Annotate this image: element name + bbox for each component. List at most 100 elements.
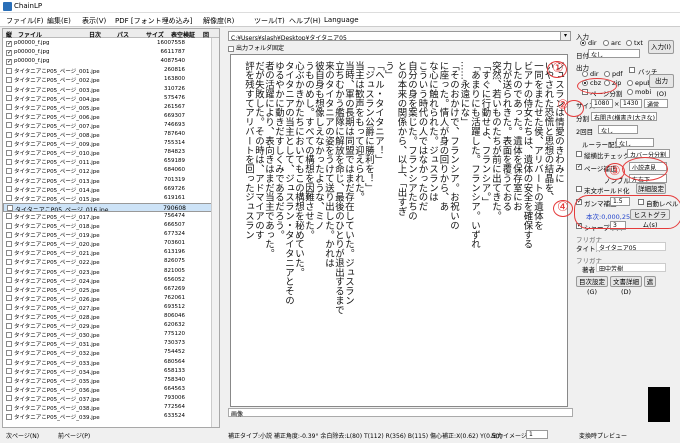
file-row-checkbox[interactable]: [6, 104, 12, 111]
file-row[interactable]: タイタニアこP05_ページ_017.jpe 756474: [3, 212, 219, 221]
file-row-checkbox[interactable]: [6, 222, 12, 229]
file-row[interactable]: タイタニアこP05_ページ_007.jpe 746693: [3, 121, 219, 130]
input-arc-radio[interactable]: [603, 40, 609, 46]
folder-select[interactable]: なし: [588, 49, 640, 58]
file-row[interactable]: タイタニアこP05_ページ_002.jpe 163800: [3, 75, 219, 84]
output-button[interactable]: 出力(O): [649, 74, 674, 98]
bold-checkbox[interactable]: [576, 186, 582, 192]
file-row[interactable]: タイタニアこP05_ページ_021.jpe 613196: [3, 248, 219, 257]
file-row-checkbox[interactable]: [6, 286, 12, 293]
file-row[interactable]: タイタニアこP05_ページ_006.jpe 669307: [3, 112, 219, 121]
file-row[interactable]: タイタニアこP05_ページ_011.jpe 659189: [3, 157, 219, 166]
col-path[interactable]: パス: [117, 30, 129, 39]
file-row[interactable]: タイタニアこP05_ページ_023.jpe 821005: [3, 267, 219, 276]
menu-help[interactable]: ヘルプ(H): [289, 16, 321, 26]
file-row[interactable]: タイタニアこP05_ページ_020.jpe 703601: [3, 239, 219, 248]
document-details-button[interactable]: 文書詳細(D): [610, 276, 642, 296]
fixed-output-folder[interactable]: 出力フォルダ固定: [228, 43, 284, 52]
file-row[interactable]: タイタニアこP05_ページ_001.jpe 260816: [3, 66, 219, 75]
file-row[interactable]: タイタニアこP05_ページ_004.jpe 575476: [3, 94, 219, 103]
file-row[interactable]: タイタニアこP05_ページ_032.jpe 754452: [3, 348, 219, 357]
file-row-checkbox[interactable]: [6, 295, 12, 302]
close-button[interactable]: 遮: [644, 276, 656, 287]
file-row-checkbox[interactable]: [6, 67, 12, 74]
col-date[interactable]: 日次: [89, 30, 101, 39]
file-row[interactable]: タイタニアこP05_ページ_033.jpe 680564: [3, 358, 219, 367]
file-row-checkbox[interactable]: [6, 268, 12, 274]
menu-tools[interactable]: ツール(T): [254, 16, 285, 26]
file-row-checkbox[interactable]: [6, 40, 12, 47]
menu-view[interactable]: 表示(V): [82, 16, 106, 26]
file-row-checkbox[interactable]: [6, 322, 12, 329]
file-row[interactable]: タイタニアこP05_ページ_036.jpe 664563: [3, 385, 219, 394]
file-row[interactable]: タイタニアこP05_ページ_031.jpe 730373: [3, 339, 219, 348]
file-row-checkbox[interactable]: [6, 195, 12, 202]
file-row-checkbox[interactable]: [6, 131, 12, 138]
menu-file[interactable]: ファイル(F): [6, 16, 44, 26]
file-row[interactable]: p00000_f.jpg 16007558: [3, 39, 219, 48]
file-row[interactable]: タイタニアこP05_ページ_034.jpe 658133: [3, 367, 219, 376]
size-height-field[interactable]: 1430: [620, 99, 642, 108]
file-row-checkbox[interactable]: [7, 205, 13, 211]
file-list[interactable]: 縦 ファイル 日次 パス サイズ 表空検証 回 p00000_f.jpg 1600…: [2, 28, 220, 428]
file-row-checkbox[interactable]: [6, 95, 12, 102]
file-row[interactable]: タイタニアこP05_ページ_003.jpe 310726: [3, 85, 219, 94]
file-row-checkbox[interactable]: [6, 304, 12, 311]
file-row[interactable]: タイタニアこP05_ページ_029.jpe 620632: [3, 321, 219, 330]
file-row-checkbox[interactable]: [6, 331, 12, 338]
input-txt-radio[interactable]: [626, 40, 632, 46]
file-row-checkbox[interactable]: [6, 413, 12, 420]
toc-settings-button[interactable]: 目次設定(G): [576, 276, 608, 296]
file-row[interactable]: p00000_f.jpg 6611787: [3, 48, 219, 57]
file-row-checkbox[interactable]: [6, 86, 12, 92]
file-row[interactable]: タイタニアこP05_ページ_009.jpe 755314: [3, 139, 219, 148]
col-file[interactable]: ファイル: [18, 30, 42, 39]
output-image-field[interactable]: 1: [526, 430, 548, 439]
file-row-checkbox[interactable]: [6, 349, 12, 356]
size-width-field[interactable]: 1080: [591, 99, 613, 108]
menu-edit[interactable]: 編集(E): [47, 16, 71, 26]
output-mobi-radio[interactable]: [627, 89, 633, 95]
input-button[interactable]: 入力(I): [648, 40, 674, 54]
file-row-checkbox[interactable]: [6, 167, 12, 174]
path-field[interactable]: C:¥Users¥slash¥Desktop¥タイタニア05: [228, 31, 570, 41]
file-row-checkbox[interactable]: [6, 386, 12, 393]
file-row[interactable]: タイタニアこP05_ページ_010.jpe 784823: [3, 148, 219, 157]
menu-pdf[interactable]: PDF [フォント埋め込み]: [115, 16, 192, 26]
preview-on-convert[interactable]: 変換時プレビュー: [579, 431, 627, 440]
file-row-checkbox[interactable]: [6, 249, 12, 256]
page-correction-checkbox[interactable]: [576, 163, 582, 170]
file-row[interactable]: タイタニアこP05_ページ_024.jpe 656052: [3, 276, 219, 285]
file-row[interactable]: タイタニアこP05_ページ_035.jpe 758340: [3, 376, 219, 385]
input-dir-radio[interactable]: [580, 40, 586, 46]
file-row[interactable]: タイタニアこP05_ページ_030.jpe 775120: [3, 330, 219, 339]
title-field[interactable]: タイタニア05: [596, 242, 666, 251]
file-row[interactable]: タイタニアこP05_ページ_028.jpe 806046: [3, 312, 219, 321]
file-row-checkbox[interactable]: [6, 395, 12, 402]
fixed-folder-checkbox[interactable]: [228, 45, 234, 52]
output-epub-radio[interactable]: [627, 80, 633, 86]
file-row[interactable]: タイタニアこP05_ページ_038.jpe 772564: [3, 403, 219, 412]
file-row[interactable]: タイタニアこP05_ページ_012.jpe 684060: [3, 166, 219, 175]
col-blank-check[interactable]: 表空検証: [171, 30, 195, 39]
file-row-checkbox[interactable]: [6, 58, 12, 65]
file-row[interactable]: タイタニアこP05_ページ_005.jpe 261567: [3, 103, 219, 112]
file-row[interactable]: タイタニアこP05_ページ_016.jpe 790608: [3, 202, 219, 212]
file-row-checkbox[interactable]: [6, 404, 12, 411]
file-row-checkbox[interactable]: [6, 213, 12, 220]
file-row-checkbox[interactable]: [6, 359, 12, 365]
file-row[interactable]: p00000_f.jpg 4087540: [3, 57, 219, 66]
file-row[interactable]: タイタニアこP05_ページ_039.jpe 633524: [3, 412, 219, 421]
menu-language[interactable]: Language: [324, 16, 359, 24]
next-page-button[interactable]: 次ページ(N): [6, 431, 39, 440]
file-row-checkbox[interactable]: [6, 258, 12, 265]
author-field[interactable]: 田中芳樹: [596, 263, 666, 272]
ruler-select[interactable]: なし: [616, 138, 654, 147]
path-dropdown-icon[interactable]: ▾: [560, 31, 571, 41]
file-row-checkbox[interactable]: [6, 113, 12, 120]
size-mode-select[interactable]: 通常: [644, 99, 668, 108]
col-rotate[interactable]: 回: [203, 30, 209, 39]
file-row-checkbox[interactable]: [6, 76, 12, 83]
file-row-checkbox[interactable]: [6, 231, 12, 238]
file-row-checkbox[interactable]: [6, 122, 12, 129]
